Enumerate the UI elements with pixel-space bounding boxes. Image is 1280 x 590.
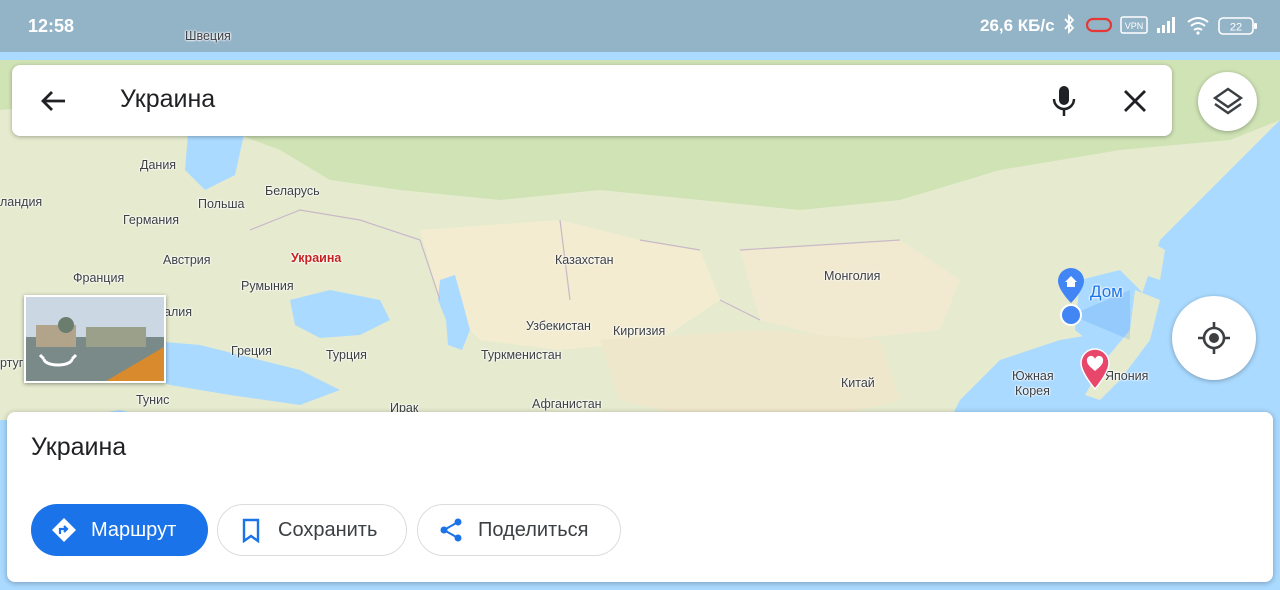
map-label-tunisia[interactable]: Тунис [136, 393, 169, 407]
route-button[interactable]: Маршрут [31, 504, 208, 556]
signal-icon [1156, 16, 1178, 39]
bookmark-icon [238, 517, 264, 544]
map-label-poland[interactable]: Польша [198, 197, 244, 211]
status-time: 12:58 [28, 16, 75, 36]
home-pin-icon[interactable] [1056, 268, 1086, 304]
map-label-kazakhstan[interactable]: Казахстан [555, 253, 614, 267]
map-label-denmark[interactable]: Дания [140, 158, 176, 172]
my-location-icon [1197, 321, 1231, 360]
share-label: Поделиться [478, 518, 589, 541]
close-icon[interactable] [1121, 87, 1149, 115]
bluetooth-icon [1062, 13, 1076, 39]
map-label-portugal[interactable]: ртуг [0, 356, 23, 370]
map-label-home[interactable]: Дом [1090, 282, 1123, 302]
search-input[interactable]: Украина [120, 85, 215, 114]
battery-level: 22 [1230, 22, 1242, 34]
search-bar: Украина [12, 65, 1172, 136]
map-label-romania[interactable]: Румыния [241, 279, 294, 293]
map-label-belarus[interactable]: Беларусь [265, 184, 320, 198]
wifi-icon [1186, 15, 1210, 40]
map-label-afghanistan[interactable]: Афганистан [532, 397, 602, 411]
map-label-germany[interactable]: Германия [123, 213, 179, 227]
share-icon [438, 517, 464, 543]
map-label-austria[interactable]: Австрия [163, 253, 211, 267]
vpn-label: VPN [1125, 21, 1144, 31]
battery-icon: 22 [1218, 16, 1258, 41]
map-label-turkmenistan[interactable]: Туркменистан [481, 348, 562, 362]
map-label-sweden[interactable]: Швеция [185, 29, 231, 43]
layers-icon [1212, 86, 1244, 123]
layers-button[interactable] [1198, 72, 1257, 131]
save-button[interactable]: Сохранить [217, 504, 407, 556]
map-label-japan[interactable]: Япония [1105, 369, 1148, 383]
share-button[interactable]: Поделиться [417, 504, 621, 556]
map-label-south-korea-2[interactable]: Корея [1015, 384, 1050, 398]
map-label-south-korea-1[interactable]: Южная [1012, 369, 1054, 383]
mic-icon[interactable] [1049, 84, 1079, 118]
arrow-left-icon[interactable] [38, 85, 70, 117]
map-label-uzbekistan[interactable]: Узбекистан [526, 319, 591, 333]
map-label-china[interactable]: Китай [841, 376, 875, 390]
vpn-icon: VPN [1120, 16, 1148, 39]
street-view-thumbnail[interactable] [24, 295, 166, 383]
map-label-turkey[interactable]: Турция [326, 348, 367, 362]
map-label-netherlands[interactable]: ландия [0, 195, 42, 209]
place-sheet: Украина Маршрут Сохранить Поделиться [7, 412, 1273, 582]
status-bar: 12:58 26,6 КБ/с VPN 22 [0, 0, 1280, 52]
route-label: Маршрут [91, 518, 177, 541]
map-label-ukraine[interactable]: Украина [291, 251, 341, 265]
favorite-pin-icon[interactable] [1080, 348, 1110, 391]
map-label-france[interactable]: Франция [73, 271, 124, 285]
map-label-italy[interactable]: алия [164, 305, 192, 319]
save-label: Сохранить [278, 518, 378, 541]
map-label-kyrgyzstan[interactable]: Киргизия [613, 324, 665, 338]
my-location-button[interactable] [1172, 296, 1256, 380]
alarm-indicator-icon [1085, 17, 1113, 38]
place-title: Украина [31, 433, 127, 461]
network-speed: 26,6 КБ/с [980, 16, 1055, 35]
map-label-mongolia[interactable]: Монголия [824, 269, 880, 283]
directions-icon [51, 517, 77, 543]
current-location-dot [1060, 304, 1082, 326]
map-label-greece[interactable]: Греция [231, 344, 272, 358]
